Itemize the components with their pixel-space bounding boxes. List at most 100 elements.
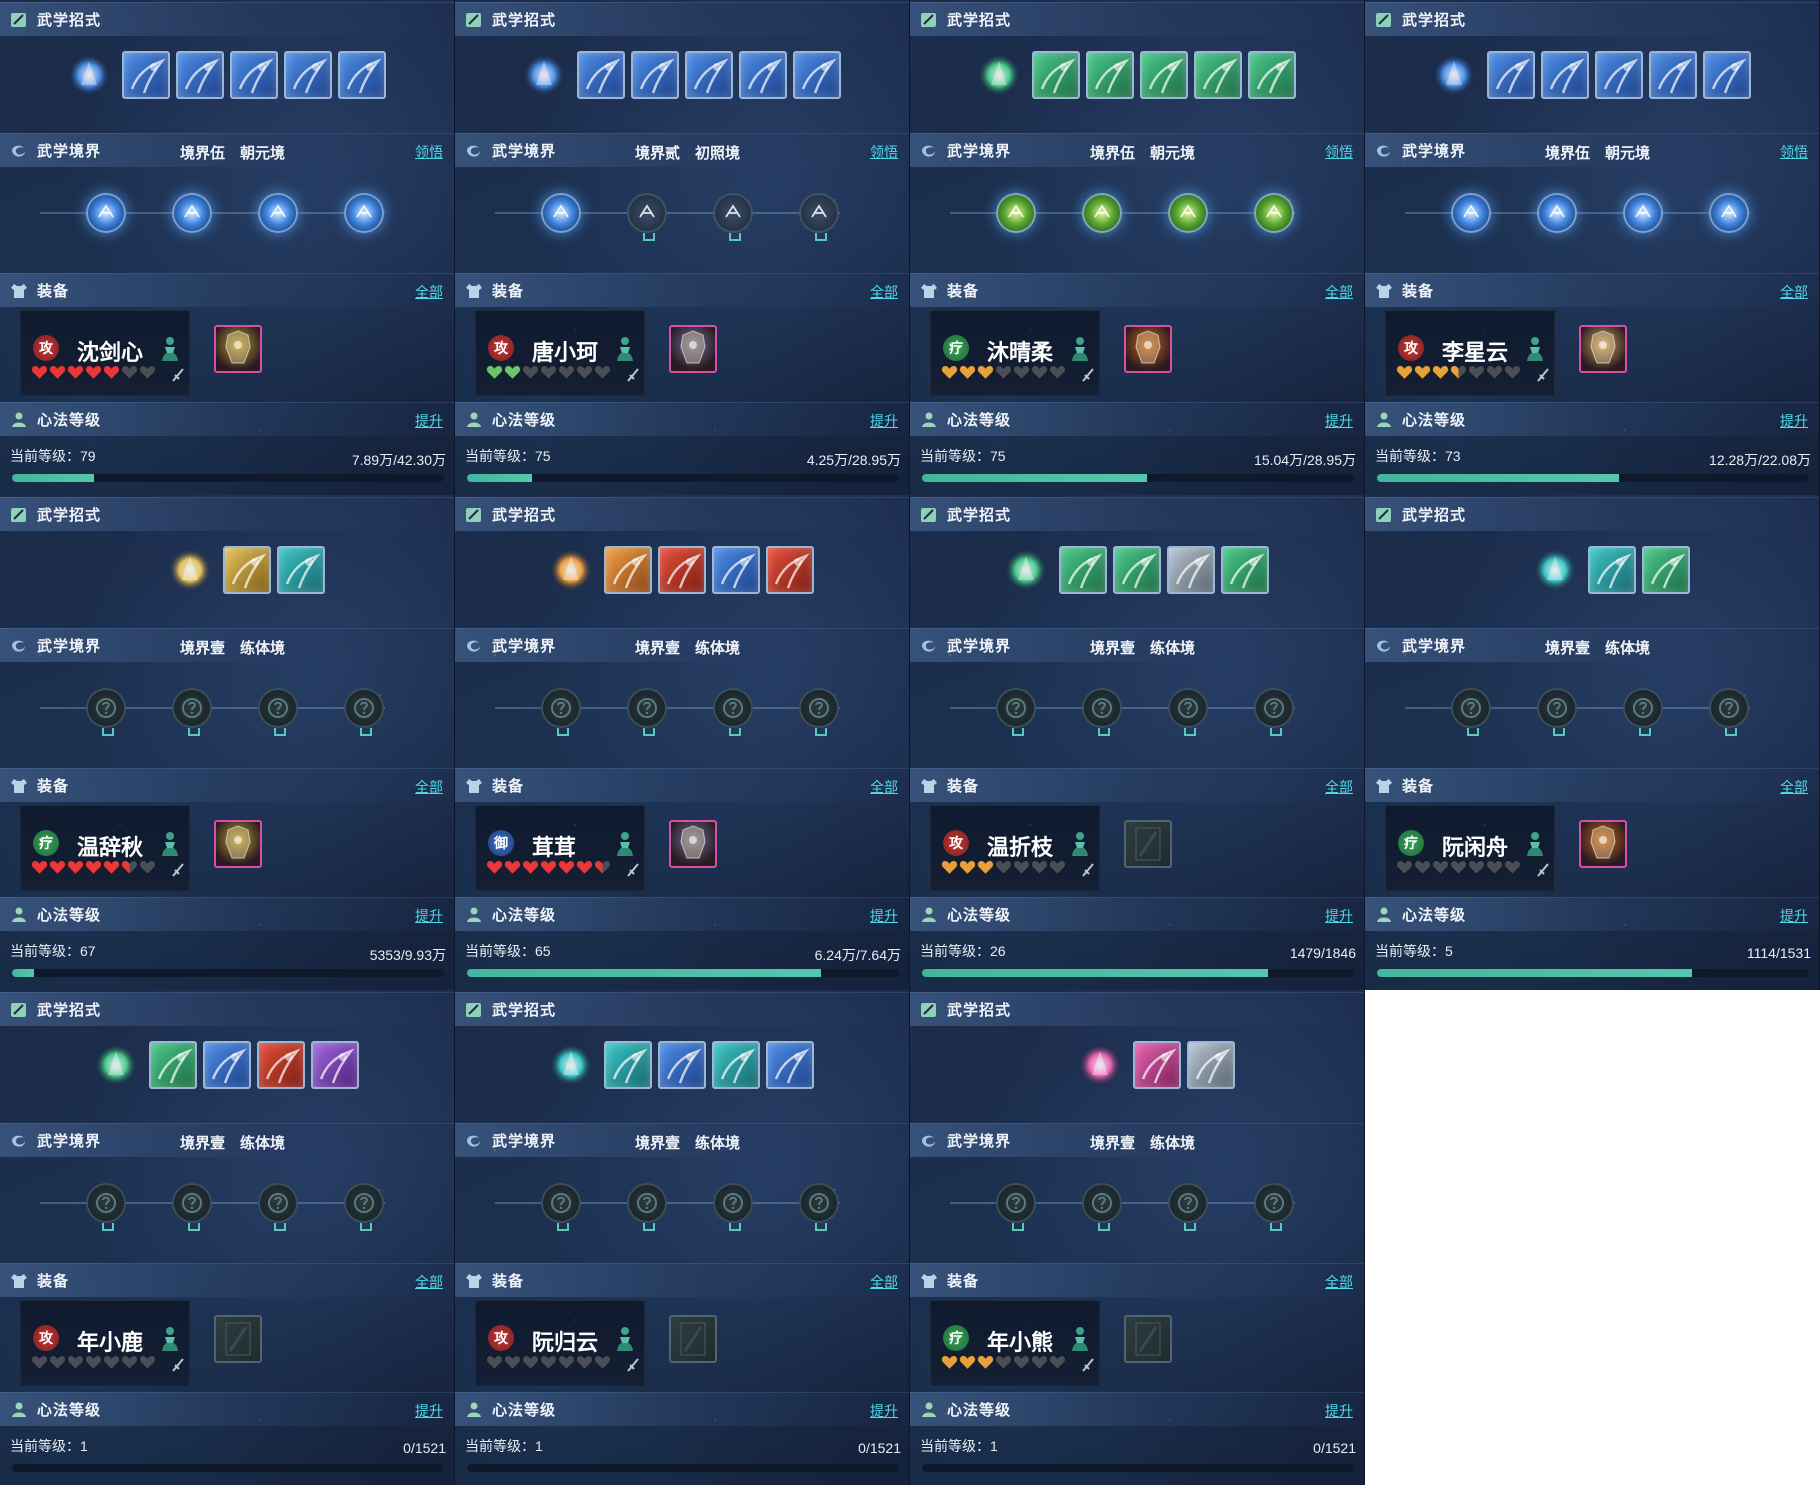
skill-icon[interactable] [1588, 546, 1636, 594]
skill-icon[interactable] [1541, 51, 1589, 99]
character-skill-icon[interactable] [974, 50, 1024, 100]
realm-node-locked[interactable] [713, 688, 753, 736]
skill-icon[interactable] [1642, 546, 1690, 594]
realm-node-unlocked[interactable] [541, 193, 581, 233]
upgrade-link[interactable]: 提升 [870, 906, 898, 926]
armor-slot-empty[interactable] [214, 1315, 262, 1363]
comprehend-link[interactable]: 领悟 [1780, 142, 1808, 162]
upgrade-link[interactable]: 提升 [1325, 411, 1353, 431]
realm-node-locked[interactable] [258, 688, 298, 736]
realm-node-locked[interactable] [713, 1183, 753, 1231]
armor-slot[interactable] [1124, 325, 1172, 373]
skill-icon[interactable] [1059, 546, 1107, 594]
all-equipment-link[interactable]: 全部 [415, 777, 443, 797]
upgrade-link[interactable]: 提升 [1780, 411, 1808, 431]
skill-icon[interactable] [149, 1041, 197, 1089]
realm-node-unlocked[interactable] [86, 193, 126, 233]
skill-icon[interactable] [284, 51, 332, 99]
upgrade-link[interactable]: 提升 [1325, 906, 1353, 926]
upgrade-link[interactable]: 提升 [415, 906, 443, 926]
skill-icon[interactable] [604, 546, 652, 594]
realm-node-locked[interactable] [541, 688, 581, 736]
skill-icon[interactable] [631, 51, 679, 99]
character-skill-icon[interactable] [64, 50, 114, 100]
skill-icon[interactable] [203, 1041, 251, 1089]
armor-slot-empty[interactable] [1124, 820, 1172, 868]
character-skill-icon[interactable] [1429, 50, 1479, 100]
character-skill-icon[interactable] [91, 1040, 141, 1090]
all-equipment-link[interactable]: 全部 [870, 282, 898, 302]
character-skill-icon[interactable] [546, 545, 596, 595]
hero-card[interactable]: 疗沐晴柔 [930, 310, 1100, 396]
realm-node-locked[interactable] [799, 193, 839, 241]
skill-icon[interactable] [1187, 1041, 1235, 1089]
realm-node-locked[interactable] [799, 1183, 839, 1231]
realm-node-locked[interactable] [1082, 1183, 1122, 1231]
realm-node-locked[interactable] [172, 688, 212, 736]
skill-icon[interactable] [223, 546, 271, 594]
hero-card[interactable]: 攻唐小珂 [475, 310, 645, 396]
realm-node-unlocked[interactable] [1254, 193, 1294, 233]
skill-icon[interactable] [338, 51, 386, 99]
comprehend-link[interactable]: 领悟 [870, 142, 898, 162]
realm-node-locked[interactable] [344, 688, 384, 736]
skill-icon[interactable] [1113, 546, 1161, 594]
skill-icon[interactable] [1221, 546, 1269, 594]
realm-node-locked[interactable] [713, 193, 753, 241]
realm-node-locked[interactable] [1082, 688, 1122, 736]
character-skill-icon[interactable] [546, 1040, 596, 1090]
armor-slot[interactable] [1579, 325, 1627, 373]
realm-node-unlocked[interactable] [344, 193, 384, 233]
realm-node-locked[interactable] [996, 688, 1036, 736]
upgrade-link[interactable]: 提升 [1325, 1401, 1353, 1421]
character-skill-icon[interactable] [1001, 545, 1051, 595]
hero-card[interactable]: 疗年小熊 [930, 1300, 1100, 1386]
skill-icon[interactable] [658, 546, 706, 594]
realm-node-unlocked[interactable] [172, 193, 212, 233]
realm-node-locked[interactable] [627, 193, 667, 241]
hero-card[interactable]: 疗温辞秋 [20, 805, 190, 891]
realm-node-locked[interactable] [1168, 688, 1208, 736]
skill-icon[interactable] [739, 51, 787, 99]
realm-node-locked[interactable] [1623, 688, 1663, 736]
realm-node-unlocked[interactable] [996, 193, 1036, 233]
all-equipment-link[interactable]: 全部 [415, 282, 443, 302]
skill-icon[interactable] [277, 546, 325, 594]
realm-node-locked[interactable] [344, 1183, 384, 1231]
skill-icon[interactable] [685, 51, 733, 99]
skill-icon[interactable] [257, 1041, 305, 1089]
skill-icon[interactable] [1140, 51, 1188, 99]
skill-icon[interactable] [230, 51, 278, 99]
all-equipment-link[interactable]: 全部 [1325, 282, 1353, 302]
comprehend-link[interactable]: 领悟 [415, 142, 443, 162]
skill-icon[interactable] [766, 546, 814, 594]
skill-icon[interactable] [176, 51, 224, 99]
armor-slot[interactable] [669, 325, 717, 373]
armor-slot[interactable] [669, 820, 717, 868]
realm-node-unlocked[interactable] [1451, 193, 1491, 233]
hero-card[interactable]: 疗阮闲舟 [1385, 805, 1555, 891]
character-skill-icon[interactable] [519, 50, 569, 100]
realm-node-unlocked[interactable] [1168, 193, 1208, 233]
all-equipment-link[interactable]: 全部 [1325, 1272, 1353, 1292]
character-skill-icon[interactable] [165, 545, 215, 595]
skill-icon[interactable] [1133, 1041, 1181, 1089]
skill-icon[interactable] [712, 546, 760, 594]
hero-card[interactable]: 攻温折枝 [930, 805, 1100, 891]
realm-node-locked[interactable] [86, 1183, 126, 1231]
skill-icon[interactable] [712, 1041, 760, 1089]
skill-icon[interactable] [766, 1041, 814, 1089]
skill-icon[interactable] [604, 1041, 652, 1089]
upgrade-link[interactable]: 提升 [870, 411, 898, 431]
upgrade-link[interactable]: 提升 [1780, 906, 1808, 926]
realm-node-locked[interactable] [996, 1183, 1036, 1231]
all-equipment-link[interactable]: 全部 [415, 1272, 443, 1292]
all-equipment-link[interactable]: 全部 [870, 777, 898, 797]
armor-slot[interactable] [214, 820, 262, 868]
realm-node-unlocked[interactable] [1623, 193, 1663, 233]
realm-node-unlocked[interactable] [258, 193, 298, 233]
skill-icon[interactable] [658, 1041, 706, 1089]
character-skill-icon[interactable] [1530, 545, 1580, 595]
realm-node-locked[interactable] [1254, 688, 1294, 736]
realm-node-locked[interactable] [1451, 688, 1491, 736]
